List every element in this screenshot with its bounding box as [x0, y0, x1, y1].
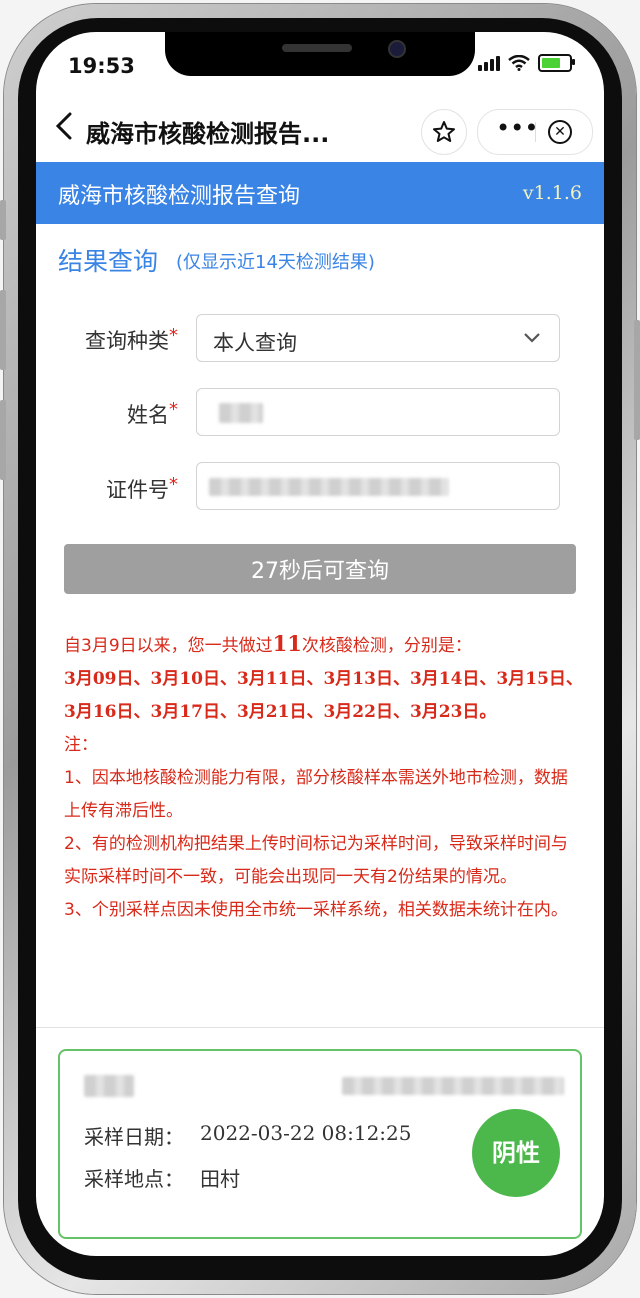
test-count: 11: [272, 631, 302, 656]
notes-title: 注：: [64, 735, 98, 755]
notes-intro-after: 次核酸检测，分别是：: [301, 636, 472, 656]
sample-date-label: 采样日期：: [84, 1125, 184, 1149]
name-input[interactable]: [196, 388, 560, 436]
test-dates: 3月09日、3月10日、3月11日、3月13日、3月14日、3月15日、3月16…: [64, 669, 583, 722]
id-label-text: 证件号: [106, 478, 169, 502]
header-title: 威海市核酸检测报告查询: [58, 184, 301, 209]
id-label: 证件号*: [58, 474, 178, 504]
more-button[interactable]: •••: [496, 114, 538, 142]
required-mark: *: [169, 474, 178, 495]
section-title: 结果查询: [58, 247, 159, 276]
required-mark: *: [169, 399, 178, 420]
sample-date-value: 2022-03-22 08:12:25: [200, 1121, 412, 1145]
page-header: 威海市核酸检测报告查询 v1.1.6: [36, 162, 604, 224]
query-type-select[interactable]: 本人查询: [196, 314, 560, 362]
phone-side-button: [0, 400, 6, 480]
phone-side-button: [634, 320, 640, 440]
mini-program-navbar: 威海市核酸检测报告... ••• ✕: [36, 100, 604, 162]
query-type-label-text: 查询种类: [85, 329, 169, 353]
nav-title: 威海市核酸检测报告...: [86, 120, 330, 148]
phone-screen: 19:53 威海市核酸检测报告... ••• ✕ 威海市核酸检测报告查询 v1.…: [36, 32, 604, 1256]
query-button[interactable]: 27秒后可查询: [64, 544, 576, 594]
photo-background: 19:53 威海市核酸检测报告... ••• ✕ 威海市核酸检测报告查询 v1.…: [0, 0, 640, 1298]
query-type-label: 查询种类*: [58, 325, 178, 355]
sample-place-value: 田村: [200, 1167, 240, 1191]
phone-side-button: [0, 200, 6, 240]
name-label: 姓名*: [58, 399, 178, 429]
redacted-name: [84, 1075, 134, 1097]
id-number-input[interactable]: [196, 462, 560, 510]
result-card[interactable]: 采样日期： 2022-03-22 08:12:25 采样地点： 田村 阴性: [58, 1049, 582, 1239]
version-label: v1.1.6: [522, 182, 582, 204]
name-label-text: 姓名: [127, 403, 169, 427]
redacted-id-number: [209, 478, 449, 496]
favorite-button[interactable]: [421, 109, 467, 155]
capsule-menu: ••• ✕: [477, 109, 593, 155]
battery-icon: [538, 54, 575, 72]
signal-icon: [478, 55, 500, 71]
close-button[interactable]: ✕: [548, 120, 572, 144]
status-icons: [478, 54, 575, 72]
sample-place-label: 采样地点：: [84, 1167, 184, 1191]
note-2: 2、有的检测机构把结果上传时间标记为采样时间，导致采样时间与实际采样时间不一致，…: [64, 834, 568, 887]
redacted-name: [219, 403, 263, 423]
notes-intro-before: 自3月9日以来，您一共做过: [64, 636, 273, 656]
capsule-divider: [535, 122, 536, 142]
camera-icon: [388, 40, 406, 58]
back-button[interactable]: [54, 110, 74, 150]
star-icon: [433, 121, 455, 142]
chevron-left-icon: [55, 112, 72, 140]
section-subtitle: (仅显示近14天检测结果): [176, 252, 375, 273]
result-status-badge: 阴性: [472, 1109, 560, 1197]
notch: [165, 32, 475, 76]
note-3: 3、个别采样点因未使用全市统一采样系统，相关数据未统计在内。: [64, 900, 568, 920]
phone-side-button: [0, 290, 6, 370]
query-notes: 自3月9日以来，您一共做过11次核酸检测，分别是： 3月09日、3月10日、3月…: [64, 627, 584, 927]
note-1: 1、因本地核酸检测能力有限，部分核酸样本需送外地市检测，数据上传有滞后性。: [64, 768, 568, 821]
wifi-icon: [508, 55, 530, 71]
divider: [36, 1027, 604, 1028]
chevron-down-icon: [523, 323, 541, 358]
speaker-grille: [282, 44, 352, 52]
status-time: 19:53: [68, 54, 135, 78]
query-type-value: 本人查询: [213, 331, 297, 355]
notes-intro: 自3月9日以来，您一共做过11次核酸检测，分别是：: [64, 627, 584, 663]
required-mark: *: [169, 325, 178, 346]
redacted-id-number: [342, 1077, 564, 1095]
